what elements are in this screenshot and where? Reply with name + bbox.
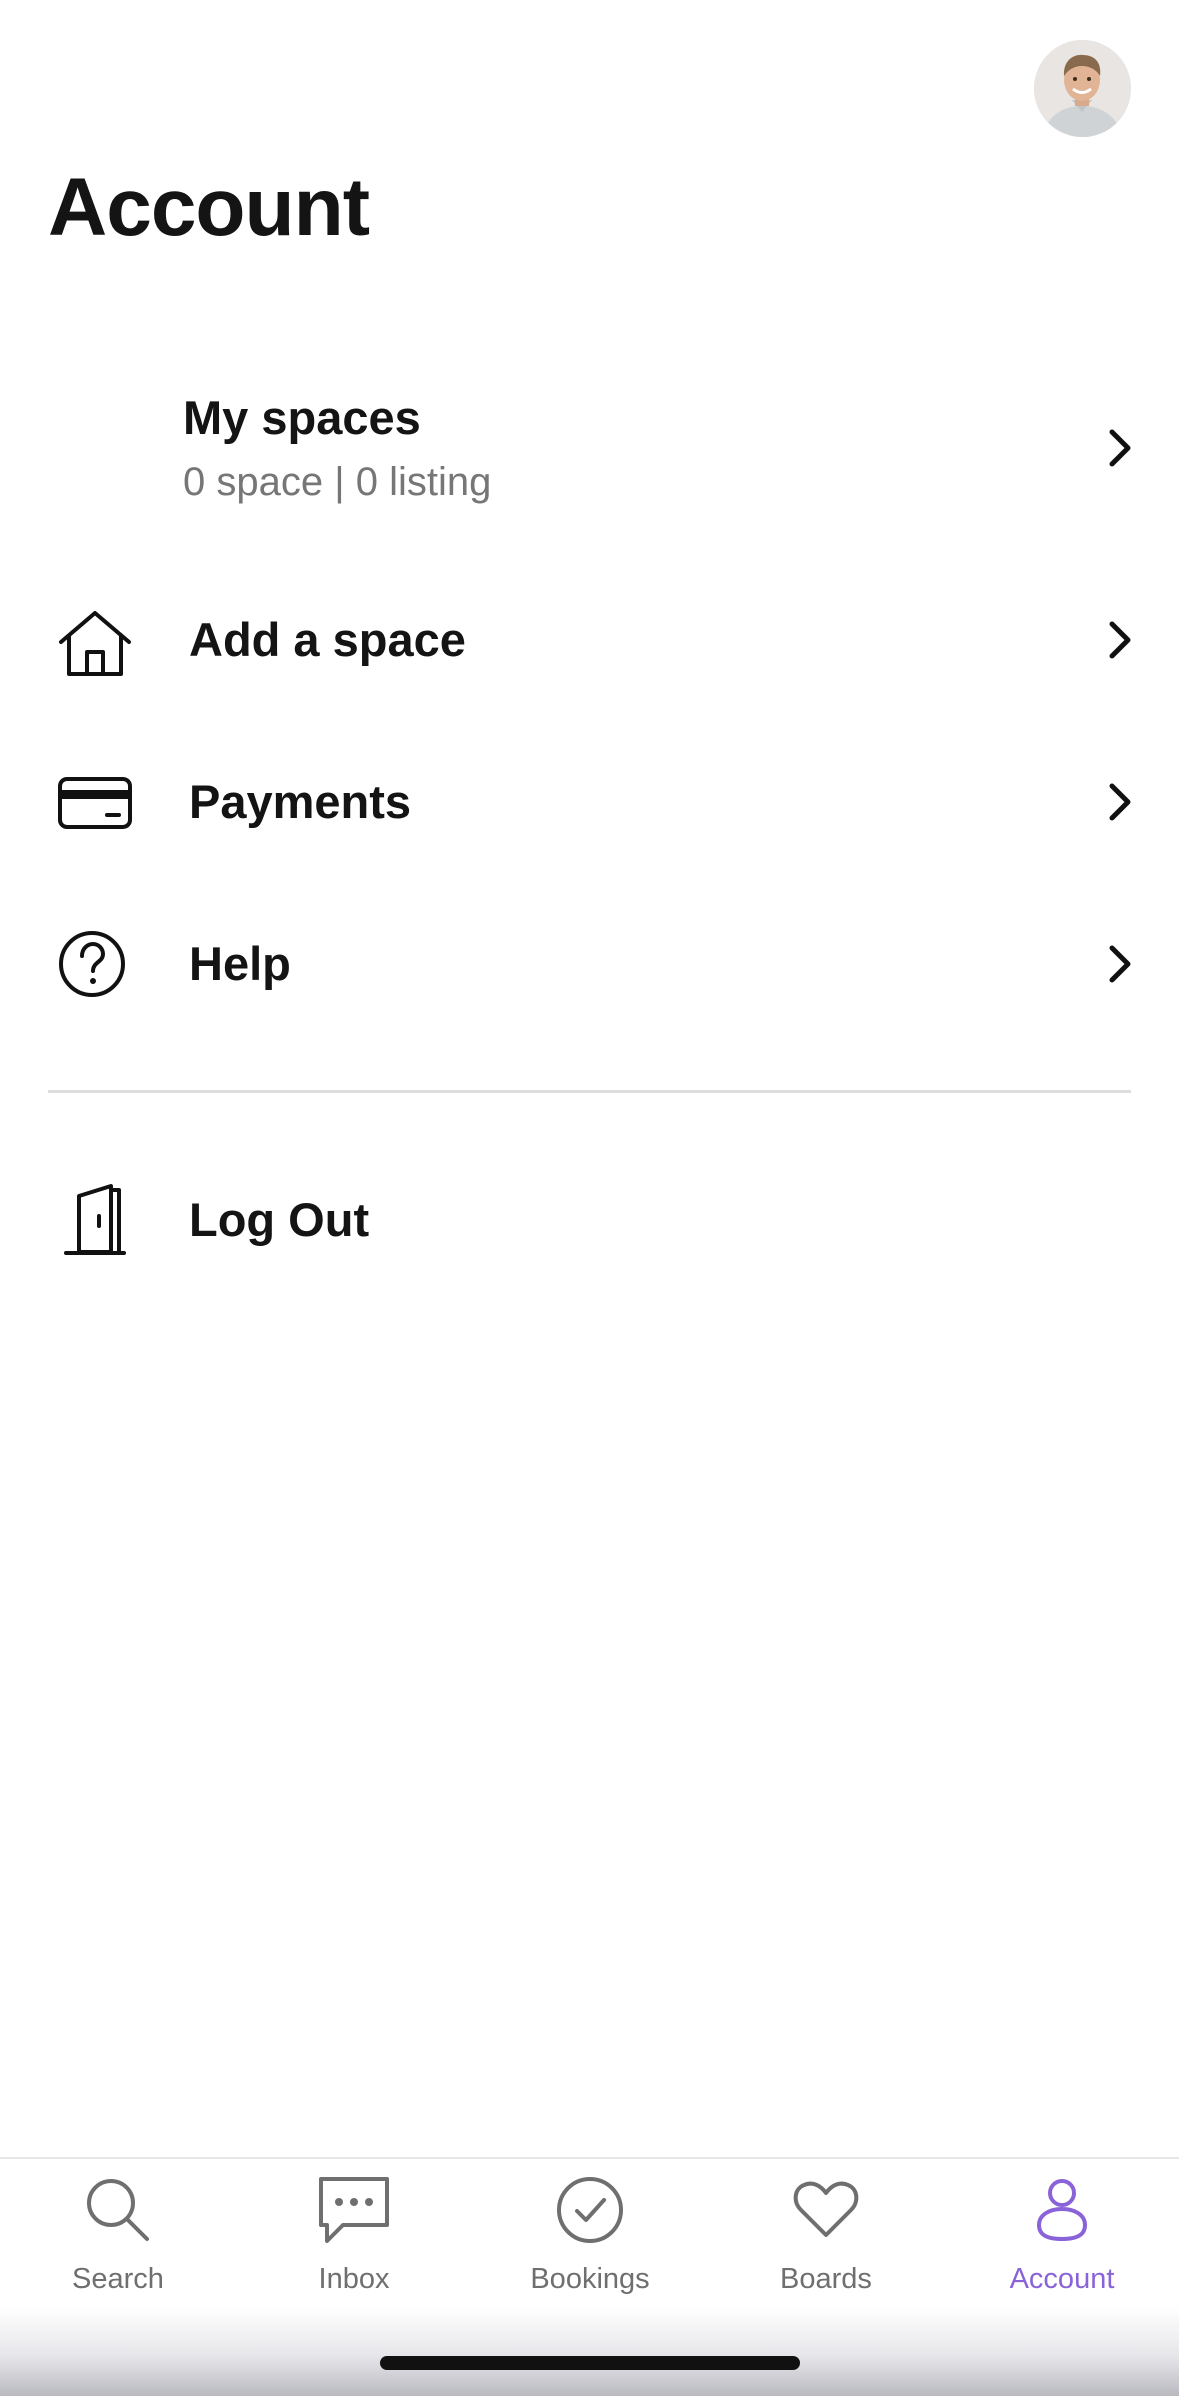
my-spaces-row[interactable]: My spaces 0 space | 0 listing: [0, 378, 1179, 518]
chevron-right-icon: [1109, 429, 1131, 467]
tab-search-label: Search: [72, 2263, 164, 2295]
credit-card-icon: [58, 777, 132, 829]
help-row[interactable]: Help: [0, 924, 1179, 1004]
check-circle-icon: [557, 2177, 623, 2243]
home-area: [0, 2307, 1179, 2396]
chevron-right-icon: [1109, 945, 1131, 983]
chevron-right-icon: [1109, 621, 1131, 659]
help-label: Help: [189, 937, 291, 990]
tab-inbox[interactable]: Inbox: [236, 2159, 472, 2309]
search-icon: [87, 2179, 149, 2241]
user-avatar-photo: [1034, 40, 1131, 137]
tab-bar: Search Inbox Bookings Boards Account: [0, 2157, 1179, 2309]
logout-label: Log Out: [189, 1193, 370, 1246]
tab-bookings[interactable]: Bookings: [472, 2159, 708, 2309]
payments-row[interactable]: Payments: [0, 762, 1179, 842]
tab-search[interactable]: Search: [0, 2159, 236, 2309]
logout-row[interactable]: Log Out: [0, 1178, 1179, 1262]
add-space-row[interactable]: Add a space: [0, 600, 1179, 680]
house-icon: [59, 611, 131, 676]
door-icon: [64, 1184, 126, 1255]
divider: [48, 1090, 1131, 1093]
my-spaces-title: My spaces: [183, 391, 421, 444]
payments-label: Payments: [189, 775, 412, 828]
home-indicator[interactable]: [380, 2356, 800, 2370]
tab-account-label: Account: [1009, 2263, 1115, 2295]
question-circle-icon: [59, 931, 125, 997]
add-space-label: Add a space: [189, 613, 466, 666]
person-icon: [1036, 2179, 1088, 2242]
avatar[interactable]: [1034, 40, 1131, 137]
page-title: Account: [48, 162, 370, 253]
tab-bookings-label: Bookings: [530, 2263, 650, 2295]
tab-inbox-label: Inbox: [318, 2263, 390, 2295]
chat-bubble-icon: [319, 2177, 389, 2243]
tab-boards-label: Boards: [780, 2263, 872, 2295]
tab-boards[interactable]: Boards: [708, 2159, 944, 2309]
chevron-right-icon: [1109, 783, 1131, 821]
tab-account[interactable]: Account: [944, 2159, 1179, 2309]
heart-icon: [793, 2181, 859, 2237]
my-spaces-subtitle: 0 space | 0 listing: [183, 460, 492, 504]
